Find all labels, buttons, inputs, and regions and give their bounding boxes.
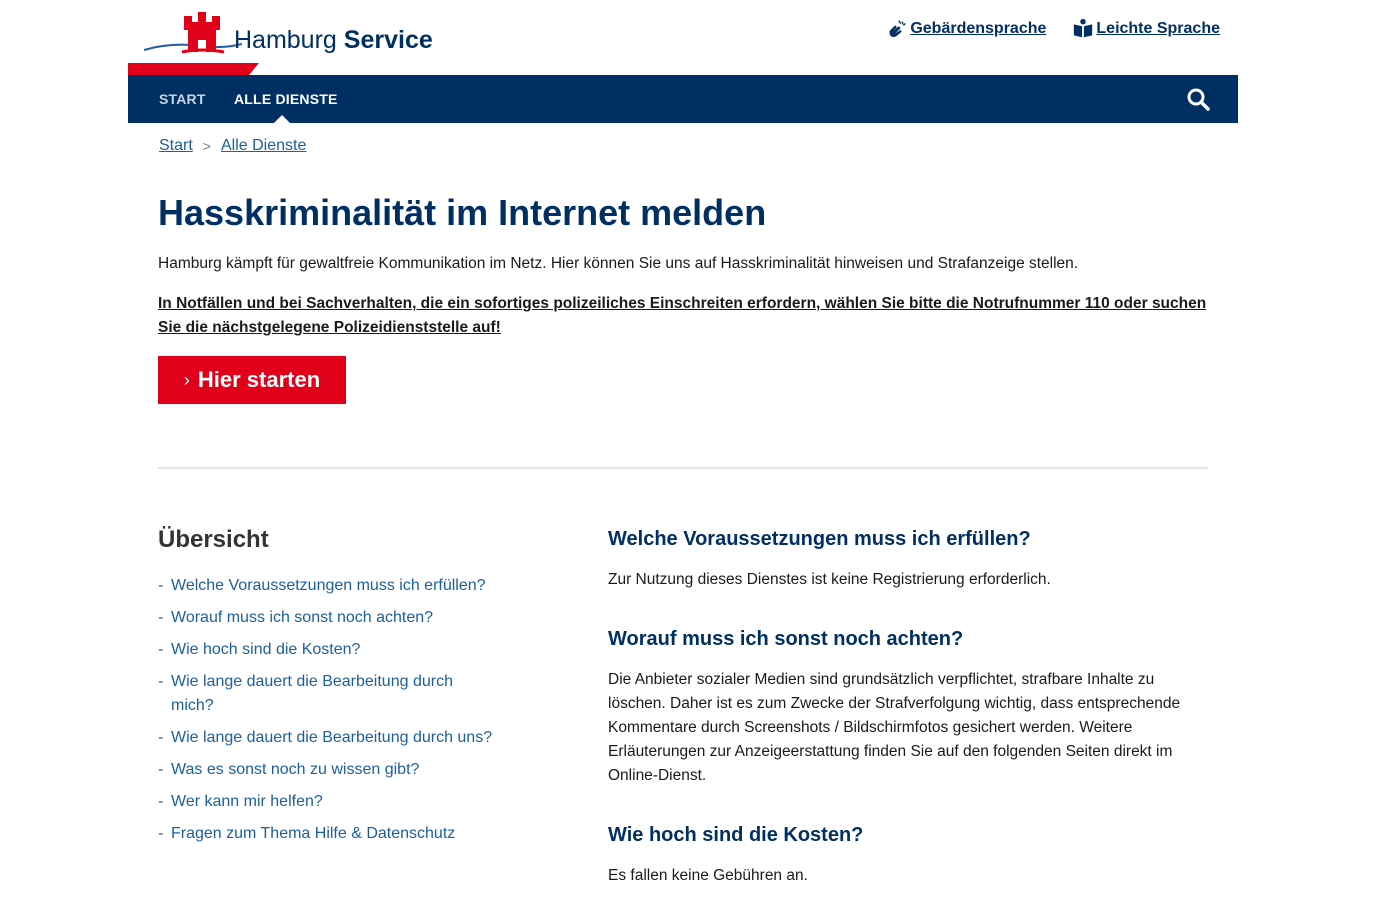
overview-link[interactable]: Worauf muss ich sonst noch achten? bbox=[158, 606, 498, 630]
chevron-right-icon: › bbox=[183, 369, 190, 390]
accessibility-links: Gebärdensprache Leichte Sprache bbox=[886, 18, 1220, 40]
sign-language-link[interactable]: Gebärdensprache bbox=[886, 18, 1046, 40]
overview-title: Übersicht bbox=[158, 526, 269, 553]
sign-language-icon bbox=[889, 20, 907, 37]
breadcrumb-link-alle-dienste[interactable]: Alle Dienste bbox=[221, 137, 306, 155]
hamburg-castle-logo-icon bbox=[143, 12, 242, 54]
overview-link[interactable]: Wie hoch sind die Kosten? bbox=[158, 638, 498, 662]
emergency-notice: In Notfällen und bei Sachverhalten, die … bbox=[158, 295, 1207, 336]
search-icon[interactable] bbox=[1186, 87, 1210, 111]
overview-link[interactable]: Wie lange dauert die Bearbeitung durch u… bbox=[158, 726, 498, 750]
intro-text: Hamburg kämpft für gewaltfreie Kommunika… bbox=[158, 255, 1079, 272]
start-service-button[interactable]: › Hier starten bbox=[158, 356, 346, 404]
section-text-notes: Die Anbieter sozialer Medien sind grunds… bbox=[608, 671, 1181, 784]
overview-link[interactable]: Welche Voraussetzungen muss ich erfüllen… bbox=[158, 574, 498, 598]
section-heading-notes: Worauf muss ich sonst noch achten? bbox=[608, 628, 964, 650]
overview-link[interactable]: Was es sonst noch zu wissen gibt? bbox=[158, 758, 498, 782]
breadcrumb-link-start[interactable]: Start bbox=[159, 137, 193, 155]
section-heading-requirements: Welche Voraussetzungen muss ich erfüllen… bbox=[608, 528, 1031, 550]
content-sections: Welche Voraussetzungen muss ich erfüllen… bbox=[608, 526, 1208, 888]
site-header: Hamburg Service Gebärdensprache Leichte … bbox=[128, 0, 1238, 75]
breadcrumb-separator: > bbox=[202, 138, 211, 154]
page-title: Hasskriminalität im Internet melden bbox=[158, 192, 767, 233]
red-accent-tab bbox=[128, 63, 259, 75]
easy-language-link[interactable]: Leichte Sprache bbox=[1072, 18, 1220, 40]
nav-item-start[interactable]: START bbox=[159, 75, 206, 123]
easy-language-book-icon bbox=[1074, 18, 1093, 38]
overview-link[interactable]: Wer kann mir helfen? bbox=[158, 790, 498, 814]
section-text-costs: Es fallen keine Gebühren an. bbox=[608, 867, 808, 884]
section-text-requirements: Zur Nutzung dieses Dienstes ist keine Re… bbox=[608, 571, 1051, 588]
overview-link[interactable]: Wie lange dauert die Bearbeitung durch m… bbox=[158, 670, 498, 718]
overview-sidebar: Übersicht Welche Voraussetzungen muss ic… bbox=[158, 526, 498, 854]
main-navigation: START ALLE DIENSTE bbox=[128, 75, 1238, 123]
overview-link[interactable]: Fragen zum Thema Hilfe & Datenschutz bbox=[158, 822, 498, 846]
overview-list: Welche Voraussetzungen muss ich erfüllen… bbox=[158, 574, 498, 846]
hamburg-service-logo[interactable]: Hamburg Service bbox=[142, 8, 442, 64]
section-heading-costs: Wie hoch sind die Kosten? bbox=[608, 824, 864, 846]
section-divider bbox=[158, 467, 1208, 469]
active-nav-indicator bbox=[274, 115, 290, 123]
breadcrumb: Start > Alle Dienste bbox=[159, 137, 306, 155]
logo-wordmark: Hamburg Service bbox=[234, 26, 433, 54]
